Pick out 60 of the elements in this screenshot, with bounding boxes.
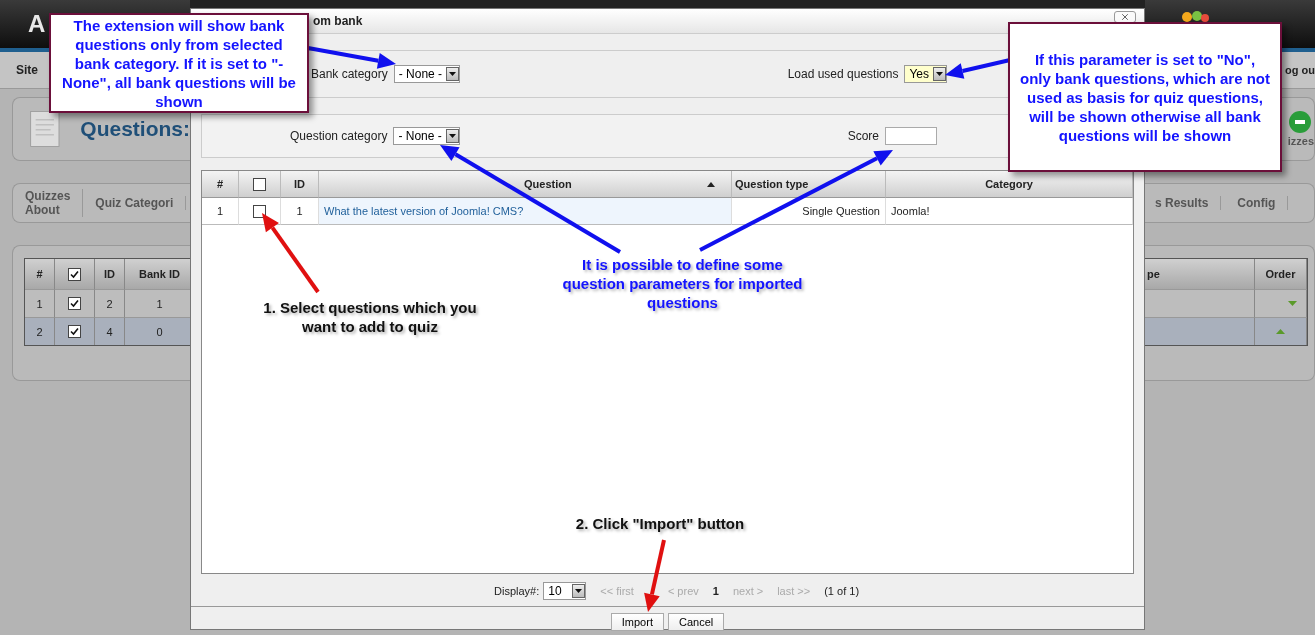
column-header: ID (95, 259, 125, 289)
field-label: Score (847, 129, 879, 143)
cancel-button[interactable]: Cancel (667, 613, 725, 631)
score-field[interactable] (885, 127, 937, 145)
table-cell: 0 (125, 317, 190, 345)
column-header[interactable]: # (202, 171, 239, 198)
callout-note: If this parameter is set to "No", only bank questions, which are not used as basis for quiz questions, will be shown otherwise all bank questions will be shown (1008, 22, 1282, 172)
checkbox[interactable] (68, 267, 81, 281)
table-cell: 1 (202, 198, 239, 225)
column-header[interactable]: ID (281, 171, 319, 198)
dropdown[interactable]: 10 (543, 582, 587, 600)
checkbox[interactable] (68, 325, 81, 338)
column-header: pe (1145, 259, 1255, 289)
header-title: A (28, 10, 46, 38)
dropdown[interactable]: - None - (393, 65, 461, 83)
tab-link[interactable]: Config (1237, 196, 1276, 210)
callout-note: The extension will show bank questions only from selected bank category. If it is set to "- None", all bank questions will be shown (49, 13, 309, 113)
column-header: Bank ID (125, 259, 190, 289)
checkbox[interactable] (68, 297, 81, 310)
table-cell: Single Question (732, 198, 886, 225)
field-label: Bank category (311, 67, 388, 81)
column-header: # (25, 259, 55, 289)
table-cell: Joomla! (886, 198, 1133, 225)
annotation-text: 2. Click "Import" button (574, 514, 746, 533)
dropdown[interactable]: - None - (393, 127, 460, 145)
close-icon[interactable] (1120, 12, 1130, 22)
close-button[interactable] (1114, 11, 1136, 23)
column-header[interactable]: Category (886, 171, 1133, 198)
checkbox[interactable] (253, 204, 266, 218)
question-link[interactable]: What the latest version of Joomla! CMS? (319, 198, 732, 225)
table-cell: 1 (281, 198, 319, 225)
pointer-arrow (945, 58, 1011, 79)
tab-link[interactable]: Quizzes (25, 189, 71, 203)
annotation-text: It is possible to define some question parameters for imported questions (561, 255, 804, 312)
logo-icon (1179, 8, 1209, 22)
tab-link[interactable]: About (25, 203, 71, 217)
import-button[interactable]: Import (610, 613, 664, 631)
field-label: Load used questions (787, 67, 899, 81)
tab-link[interactable]: Quiz Categori (95, 196, 174, 210)
table-cell: 2 (95, 289, 125, 317)
column-header[interactable]: Question type (732, 171, 886, 198)
page-number: 1 (712, 585, 719, 597)
menu-item[interactable]: Site (16, 63, 38, 77)
tab-link[interactable]: s Results (1155, 196, 1209, 210)
dropdown[interactable]: Yes (904, 65, 947, 83)
field-label: Question category (290, 129, 388, 143)
display-label: Display#: (494, 585, 540, 597)
table-cell: 2 (25, 317, 55, 345)
column-header[interactable]: Question (319, 171, 732, 198)
page-count: (1 of 1) (824, 585, 860, 597)
checkbox[interactable] (253, 177, 266, 191)
column-header: Order (1255, 259, 1307, 289)
minus-circle-icon[interactable] (1288, 110, 1312, 134)
dialog-title: om bank (313, 14, 364, 28)
logout-link[interactable]: og ou (1285, 64, 1315, 76)
page-heading: Questions: (80, 117, 190, 141)
table-cell: 4 (95, 317, 125, 345)
toolbar-label[interactable]: izzes (1287, 134, 1314, 148)
table-cell: 1 (25, 289, 55, 317)
annotation-text: 1. Select questions which you want to add to quiz (262, 298, 478, 336)
